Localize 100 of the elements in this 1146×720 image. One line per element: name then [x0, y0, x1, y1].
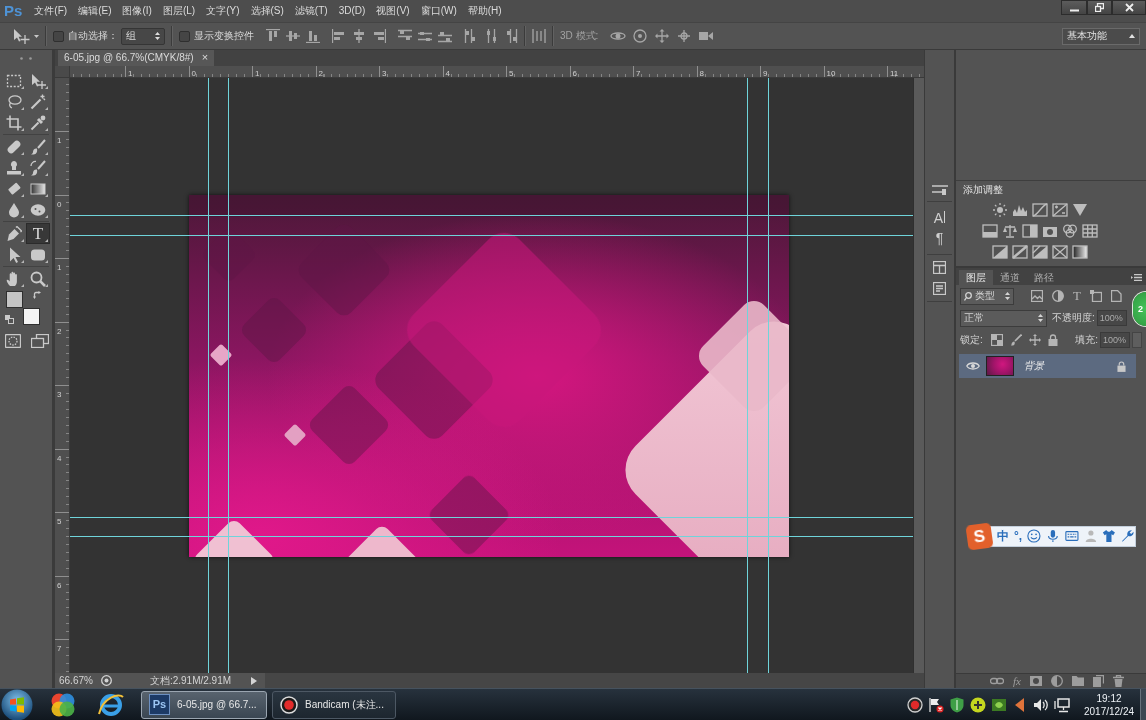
panel-tab[interactable]: 通道 [993, 270, 1027, 285]
align-icon[interactable] [266, 29, 280, 43]
flower-icon[interactable] [50, 691, 76, 718]
shield-icon[interactable] [949, 696, 965, 713]
diagonal-square-icon[interactable] [1052, 202, 1068, 217]
start-orb-icon[interactable] [1, 688, 33, 720]
menu-item[interactable]: 图像(I) [122, 0, 152, 22]
align-icon[interactable] [352, 29, 366, 43]
plus-circle-icon[interactable] [970, 696, 986, 713]
blend-mode-select[interactable]: 正常 [960, 309, 1047, 327]
smiley-icon[interactable] [1027, 528, 1041, 544]
panel-icon[interactable] [933, 261, 946, 274]
menu-item[interactable]: 帮助(H) [467, 0, 502, 22]
panel-tab[interactable]: 路径 [1027, 270, 1061, 285]
diagonal-line-icon[interactable] [1012, 244, 1028, 259]
clock-date[interactable]: 2017/12/24 [1079, 704, 1139, 718]
horizontal-scrollbar[interactable] [265, 673, 924, 688]
grip-icon[interactable] [20, 57, 32, 60]
sun-icon[interactable] [992, 202, 1008, 217]
network-icon[interactable] [1054, 696, 1070, 713]
chip-icon[interactable] [991, 696, 1007, 713]
caret-icon[interactable] [34, 34, 39, 38]
type-filter-button[interactable]: T [1073, 290, 1081, 302]
arrow-cross-icon[interactable] [12, 28, 30, 44]
swap-arrow-icon[interactable] [33, 291, 41, 299]
keyboard-icon[interactable] [1064, 528, 1079, 544]
microphone-icon[interactable] [1045, 528, 1060, 544]
shirt-icon[interactable] [1102, 528, 1117, 544]
distribute-icon[interactable] [464, 29, 478, 43]
brush-icon[interactable] [1009, 334, 1022, 346]
clock-time[interactable]: 19:12 [1079, 691, 1139, 705]
layer-name[interactable]: 背景 [1024, 360, 1044, 372]
align-icon[interactable] [372, 29, 386, 43]
distribute-icon[interactable] [438, 29, 452, 43]
layer-row[interactable]: 背景 [959, 354, 1136, 378]
menu-item[interactable]: 文件(F) [34, 0, 68, 22]
background-color-swatch[interactable] [23, 308, 40, 325]
menu-item[interactable]: 编辑(E) [78, 0, 112, 22]
mask-icon[interactable] [1030, 676, 1042, 686]
checkbox[interactable] [53, 30, 64, 42]
cross-arrows-icon[interactable] [1028, 334, 1041, 346]
triangle-icon[interactable] [1072, 202, 1088, 217]
lock-icon[interactable] [1117, 360, 1126, 372]
checkerboard-icon[interactable] [990, 334, 1003, 346]
menu-item[interactable]: 视图(V) [376, 0, 410, 22]
checkbox[interactable] [179, 30, 190, 42]
close-button[interactable] [1112, 0, 1146, 15]
vertical-scrollbar[interactable] [913, 78, 924, 673]
half-circle-icon[interactable] [1052, 290, 1064, 302]
browser-icon[interactable] [98, 691, 124, 718]
gradient-bar-icon[interactable] [1072, 244, 1088, 259]
cross-square-icon[interactable] [1052, 244, 1068, 259]
screen-mode-icon[interactable] [31, 334, 49, 348]
zoom-level[interactable]: 66.67% [59, 674, 93, 687]
video-camera-icon[interactable] [698, 29, 715, 43]
workspace-select[interactable]: 基本功能 [1062, 27, 1140, 45]
menu-item[interactable]: 窗口(W) [420, 0, 457, 22]
three-circles-icon[interactable] [1062, 223, 1078, 238]
new-layer-icon[interactable] [1093, 675, 1104, 687]
minimize-button[interactable] [1061, 0, 1087, 15]
roll-icon[interactable] [632, 29, 649, 43]
menu-item[interactable]: 3D(D) [338, 0, 366, 22]
balance-scale-icon[interactable] [1002, 223, 1018, 238]
cross-arrows-icon[interactable] [654, 29, 671, 43]
auto-align-icon[interactable] [532, 29, 546, 43]
document-lines-icon[interactable] [933, 282, 946, 295]
orbit-icon[interactable] [610, 29, 627, 43]
filter-select[interactable]: 类型 [960, 287, 1014, 305]
half-circle-icon[interactable] [1051, 675, 1063, 687]
restore-button[interactable] [1087, 0, 1112, 15]
split-square-icon[interactable] [1032, 244, 1048, 259]
document-tab[interactable]: 6-05.jpg @ 66.7%(CMYK/8#) × [58, 50, 215, 66]
distribute-icon[interactable] [504, 29, 518, 43]
record-dot-icon[interactable] [907, 696, 923, 713]
menu-item[interactable]: 滤镜(T) [294, 0, 328, 22]
align-icon[interactable] [306, 29, 320, 43]
input-mode-toggle[interactable]: 中 [997, 528, 1009, 544]
default-colors-icon[interactable] [5, 315, 14, 324]
quick-mask-icon[interactable] [5, 334, 21, 348]
fill-slider-button[interactable] [1132, 332, 1142, 348]
trash-icon[interactable] [1113, 675, 1124, 687]
grid-icon[interactable] [1082, 223, 1098, 238]
taskbar-button[interactable]: Ps 6-05.jpg @ 66.7... [141, 690, 267, 719]
distribute-icon[interactable] [398, 29, 412, 43]
panel-menu-icon[interactable] [1131, 274, 1142, 281]
menu-item[interactable]: 图层(L) [162, 0, 196, 22]
character-panel-button[interactable]: A [928, 208, 951, 228]
panel-tab[interactable]: 图层 [959, 270, 993, 285]
half-square-icon[interactable] [1022, 223, 1038, 238]
slider-icon[interactable] [931, 183, 948, 195]
align-icon[interactable] [286, 29, 300, 43]
menu-item[interactable]: 选择(S) [250, 0, 284, 22]
paragraph-panel-button[interactable]: ¶ [928, 228, 951, 248]
lock-icon[interactable] [1047, 334, 1058, 346]
shape-icon[interactable] [1089, 290, 1102, 302]
group-select[interactable]: 组 [121, 27, 165, 45]
layer-style-button[interactable]: fx [1013, 675, 1021, 687]
flag-icon[interactable] [928, 696, 944, 713]
taskbar-button[interactable]: Bandicam (未注... [272, 690, 396, 719]
foreground-color-swatch[interactable] [6, 291, 23, 308]
